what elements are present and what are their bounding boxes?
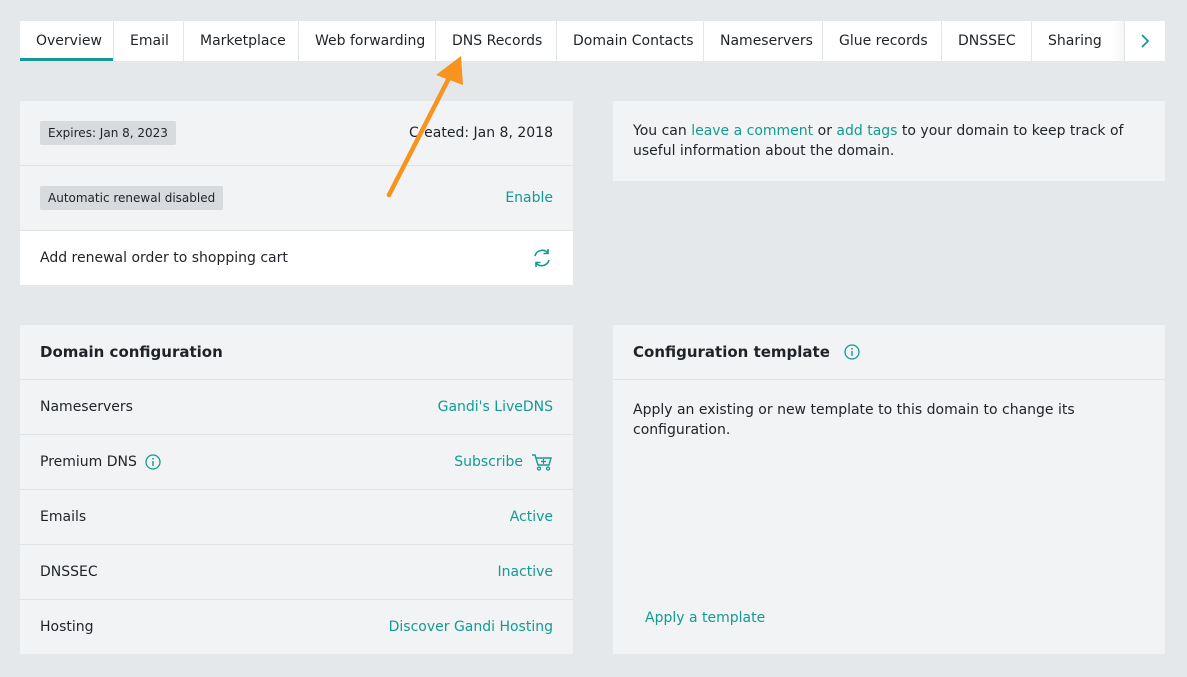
subscribe-link: Subscribe [454,454,523,470]
tab-label: Glue records [839,33,928,49]
chevron-right-icon [1141,34,1150,48]
tab-label: Sharing [1048,33,1102,49]
config-template-description: Apply an existing or new template to thi… [633,402,1075,438]
tab-bar: Overview Email Marketplace Web forwardin… [20,21,1165,61]
info-icon[interactable] [145,454,161,470]
notes-or: or [813,123,837,139]
tab-email[interactable]: Email [114,21,184,61]
tab-marketplace[interactable]: Marketplace [184,21,299,61]
config-row-label: DNSSEC [40,564,98,580]
tab-nameservers[interactable]: Nameservers [704,21,823,61]
tab-sharing[interactable]: Sharing [1032,21,1114,61]
config-row-label: Hosting [40,619,94,635]
tab-label: Email [130,33,169,49]
auto-renew-row: Automatic renewal disabled Enable [20,166,573,231]
leave-comment-link[interactable]: leave a comment [691,123,813,139]
add-tags-link[interactable]: add tags [836,123,897,139]
created-date: Created: Jan 8, 2018 [408,125,553,141]
notes-text: You can leave a comment or add tags to y… [613,101,1165,161]
tab-label: Overview [36,33,102,49]
config-template-title: Configuration template [633,343,830,361]
tab-overview[interactable]: Overview [20,21,114,61]
enable-renewal-link[interactable]: Enable [505,190,553,206]
tab-web-forwarding[interactable]: Web forwarding [299,21,436,61]
tab-scroll-right-button[interactable] [1124,21,1165,61]
tab-label: Nameservers [720,33,813,49]
tab-label: Domain Contacts [573,33,694,49]
dnssec-status-link[interactable]: Inactive [497,564,553,580]
emails-status-link[interactable]: Active [510,509,553,525]
tab-dns-records[interactable]: DNS Records [436,21,557,61]
auto-renew-badge: Automatic renewal disabled [40,186,224,210]
tab-domain-contacts[interactable]: Domain Contacts [557,21,704,61]
tab-label: Marketplace [200,33,286,49]
add-renewal-row[interactable]: Add renewal order to shopping cart [20,231,573,285]
config-row-hosting: Hosting Discover Gandi Hosting [20,600,573,654]
notes-card: You can leave a comment or add tags to y… [613,101,1165,181]
config-row-nameservers: Nameservers Gandi's LiveDNS [20,380,573,435]
discover-hosting-link[interactable]: Discover Gandi Hosting [389,619,553,635]
domain-config-title: Domain configuration [40,343,223,361]
config-row-dnssec: DNSSEC Inactive [20,545,573,600]
tab-label: DNSSEC [958,33,1016,49]
tab-label: DNS Records [452,33,543,49]
expiry-row: Expires: Jan 8, 2023 Created: Jan 8, 201… [20,101,573,166]
domain-config-card: Domain configuration Nameservers Gandi's… [20,325,573,654]
domain-config-header: Domain configuration [20,325,573,380]
info-icon[interactable] [844,344,860,360]
config-row-premium-dns: Premium DNS Subscribe [20,435,573,490]
nameservers-link[interactable]: Gandi's LiveDNS [438,399,553,415]
config-row-label: Nameservers [40,399,133,415]
subscribe-premium-dns-button[interactable]: Subscribe [454,453,553,471]
config-row-emails: Emails Active [20,490,573,545]
config-row-label: Emails [40,509,87,525]
notes-prefix: You can [633,123,692,139]
tab-dnssec[interactable]: DNSSEC [942,21,1032,61]
renewal-card: Expires: Jan 8, 2023 Created: Jan 8, 201… [20,101,573,285]
refresh-icon[interactable] [531,247,553,269]
config-template-header: Configuration template [613,325,1165,380]
apply-template-link[interactable]: Apply a template [645,610,765,626]
tab-glue-records[interactable]: Glue records [823,21,942,61]
config-template-card: Configuration template Apply an existing… [613,325,1165,654]
tab-label: Web forwarding [315,33,426,49]
config-row-label: Premium DNS [40,454,137,470]
expiry-badge: Expires: Jan 8, 2023 [40,121,176,145]
add-renewal-label: Add renewal order to shopping cart [40,250,288,266]
shopping-cart-icon [532,454,552,471]
